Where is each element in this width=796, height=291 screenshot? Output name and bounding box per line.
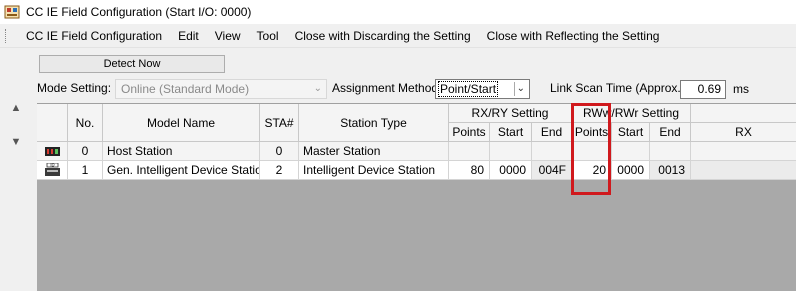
link-scan-time-field: 0.69 xyxy=(680,80,726,99)
cell-station-type[interactable]: Intelligent Device Station xyxy=(299,161,449,180)
title-bar: CC IE Field Configuration (Start I/O: 00… xyxy=(0,0,796,24)
cell-rx-end xyxy=(532,142,572,161)
header-sta: STA# xyxy=(260,104,299,142)
menu-close-reflecting[interactable]: Close with Reflecting the Setting xyxy=(479,25,668,47)
mode-setting-value: Online (Standard Mode) xyxy=(121,82,250,96)
station-icon-cell xyxy=(37,142,68,161)
header-model-name: Model Name xyxy=(103,104,260,142)
move-up-icon[interactable]: ▲ xyxy=(8,100,24,116)
header-blank xyxy=(691,104,796,123)
header-rw-start: Start xyxy=(612,123,650,142)
cell-rw-points xyxy=(572,142,612,161)
header-rx: RX xyxy=(691,123,796,142)
menu-close-discarding[interactable]: Close with Discarding the Setting xyxy=(287,25,479,47)
menu-tool[interactable]: Tool xyxy=(249,25,287,47)
table-row[interactable]: ID 1 Gen. Intelligent Device Station 2 I… xyxy=(37,161,796,180)
chevron-down-icon[interactable]: ⌄ xyxy=(517,80,525,98)
header-icon-column xyxy=(37,104,68,142)
cell-no: 0 xyxy=(68,142,103,161)
station-grid: No. Model Name STA# Station Type RX/RY S… xyxy=(37,103,796,291)
header-rw-points: Points xyxy=(572,123,612,142)
cell-no: 1 xyxy=(68,161,103,180)
menu-view[interactable]: View xyxy=(207,25,249,47)
select-divider xyxy=(514,82,515,96)
cell-model-name: Gen. Intelligent Device Station xyxy=(103,161,260,180)
table-row[interactable]: 0 Host Station 0 Master Station xyxy=(37,142,796,161)
cell-rx xyxy=(691,161,796,180)
cell-rx-points xyxy=(449,142,490,161)
app-icon xyxy=(4,4,20,20)
cell-rw-start xyxy=(612,142,650,161)
chevron-down-icon: ⌄ xyxy=(313,83,322,94)
host-station-icon xyxy=(45,147,60,156)
menu-cc-ie-field-configuration[interactable]: CC IE Field Configuration xyxy=(18,25,170,47)
header-no: No. xyxy=(68,104,103,142)
cell-rx-points[interactable]: 80 xyxy=(449,161,490,180)
move-down-icon[interactable]: ▼ xyxy=(8,134,24,150)
cell-model-name: Host Station xyxy=(103,142,260,161)
cell-sta[interactable]: 2 xyxy=(260,161,299,180)
assignment-method-label: Assignment Method: xyxy=(332,81,442,95)
header-rx-end: End xyxy=(532,123,572,142)
cell-rx-start xyxy=(490,142,532,161)
assignment-method-select[interactable]: Point/Start ⌄ xyxy=(435,79,530,99)
link-scan-time-unit: ms xyxy=(733,82,749,96)
menu-grip xyxy=(5,28,8,43)
svg-text:ID: ID xyxy=(50,163,54,168)
cell-sta: 0 xyxy=(260,142,299,161)
mode-setting-label: Mode Setting: xyxy=(37,81,112,95)
detect-now-button[interactable]: Detect Now xyxy=(39,55,225,73)
cell-rx-start[interactable]: 0000 xyxy=(490,161,532,180)
mode-setting-select: Online (Standard Mode) ⌄ xyxy=(115,79,327,99)
cell-rx xyxy=(691,142,796,161)
header-rw-end: End xyxy=(650,123,691,142)
window-title: CC IE Field Configuration (Start I/O: 00… xyxy=(26,5,252,19)
station-icon-cell: ID xyxy=(37,161,68,180)
cell-rw-start[interactable]: 0000 xyxy=(612,161,650,180)
header-rx-start: Start xyxy=(490,123,532,142)
assignment-method-value: Point/Start xyxy=(438,81,499,97)
cell-rw-end xyxy=(650,142,691,161)
cell-station-type: Master Station xyxy=(299,142,449,161)
menu-bar: CC IE Field Configuration Edit View Tool… xyxy=(0,24,796,48)
configuration-panel: Detect Now Mode Setting: Online (Standar… xyxy=(0,50,796,291)
header-rx-ry-setting: RX/RY Setting xyxy=(449,104,572,123)
header-rx-points: Points xyxy=(449,123,490,142)
cell-rx-end: 004F xyxy=(532,161,572,180)
cell-rw-points[interactable]: 20 xyxy=(572,161,612,180)
link-scan-time-label: Link Scan Time (Approx.): xyxy=(550,81,689,95)
menu-edit[interactable]: Edit xyxy=(170,25,207,47)
intelligent-device-station-icon: ID xyxy=(45,163,60,176)
header-rww-rwr-setting: RWw/RWr Setting xyxy=(572,104,691,123)
header-station-type: Station Type xyxy=(299,104,449,142)
cell-rw-end: 0013 xyxy=(650,161,691,180)
